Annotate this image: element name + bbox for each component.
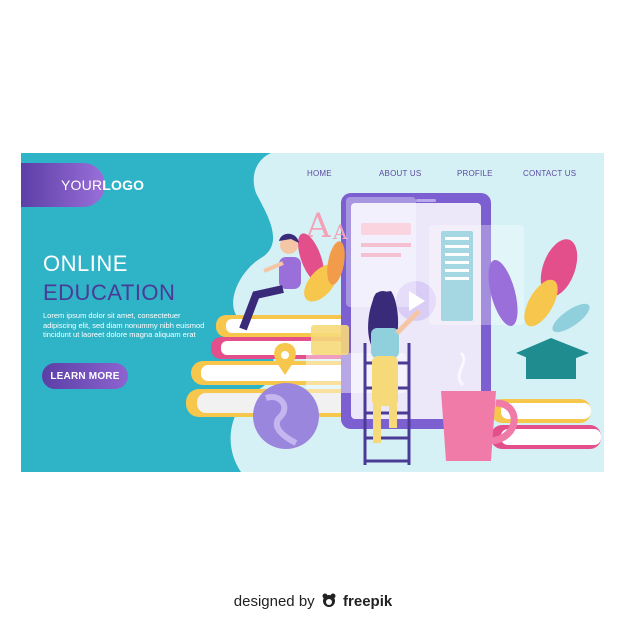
logo-text-bold: LOGO bbox=[102, 177, 145, 193]
hero-title-line2: EDUCATION bbox=[43, 280, 176, 305]
credit-brand[interactable]: freepik bbox=[343, 593, 392, 610]
hero-body-text: Lorem ipsum dolor sit amet, consectetuer… bbox=[43, 311, 205, 339]
svg-text:A: A bbox=[332, 220, 348, 244]
logo[interactable]: YOURLOGO bbox=[61, 177, 144, 193]
nav-contact-us[interactable]: CONTACT US bbox=[523, 169, 576, 178]
hero-title-line1: ONLINE bbox=[43, 251, 128, 276]
nav-about-us[interactable]: ABOUT US bbox=[379, 169, 421, 178]
learn-more-button[interactable]: LEARN MORE bbox=[42, 363, 128, 389]
nav-profile[interactable]: PROFILE bbox=[457, 169, 493, 178]
credit-prefix: designed by bbox=[233, 593, 315, 610]
landing-banner: A A YOURLOGO HOME ABOUT US PROFILE CONTA… bbox=[21, 153, 604, 472]
freepik-logo-icon bbox=[322, 593, 336, 607]
credit-line: designed by freepik bbox=[0, 592, 626, 610]
logo-text-light: YOUR bbox=[61, 177, 103, 193]
nav-home[interactable]: HOME bbox=[307, 169, 332, 178]
